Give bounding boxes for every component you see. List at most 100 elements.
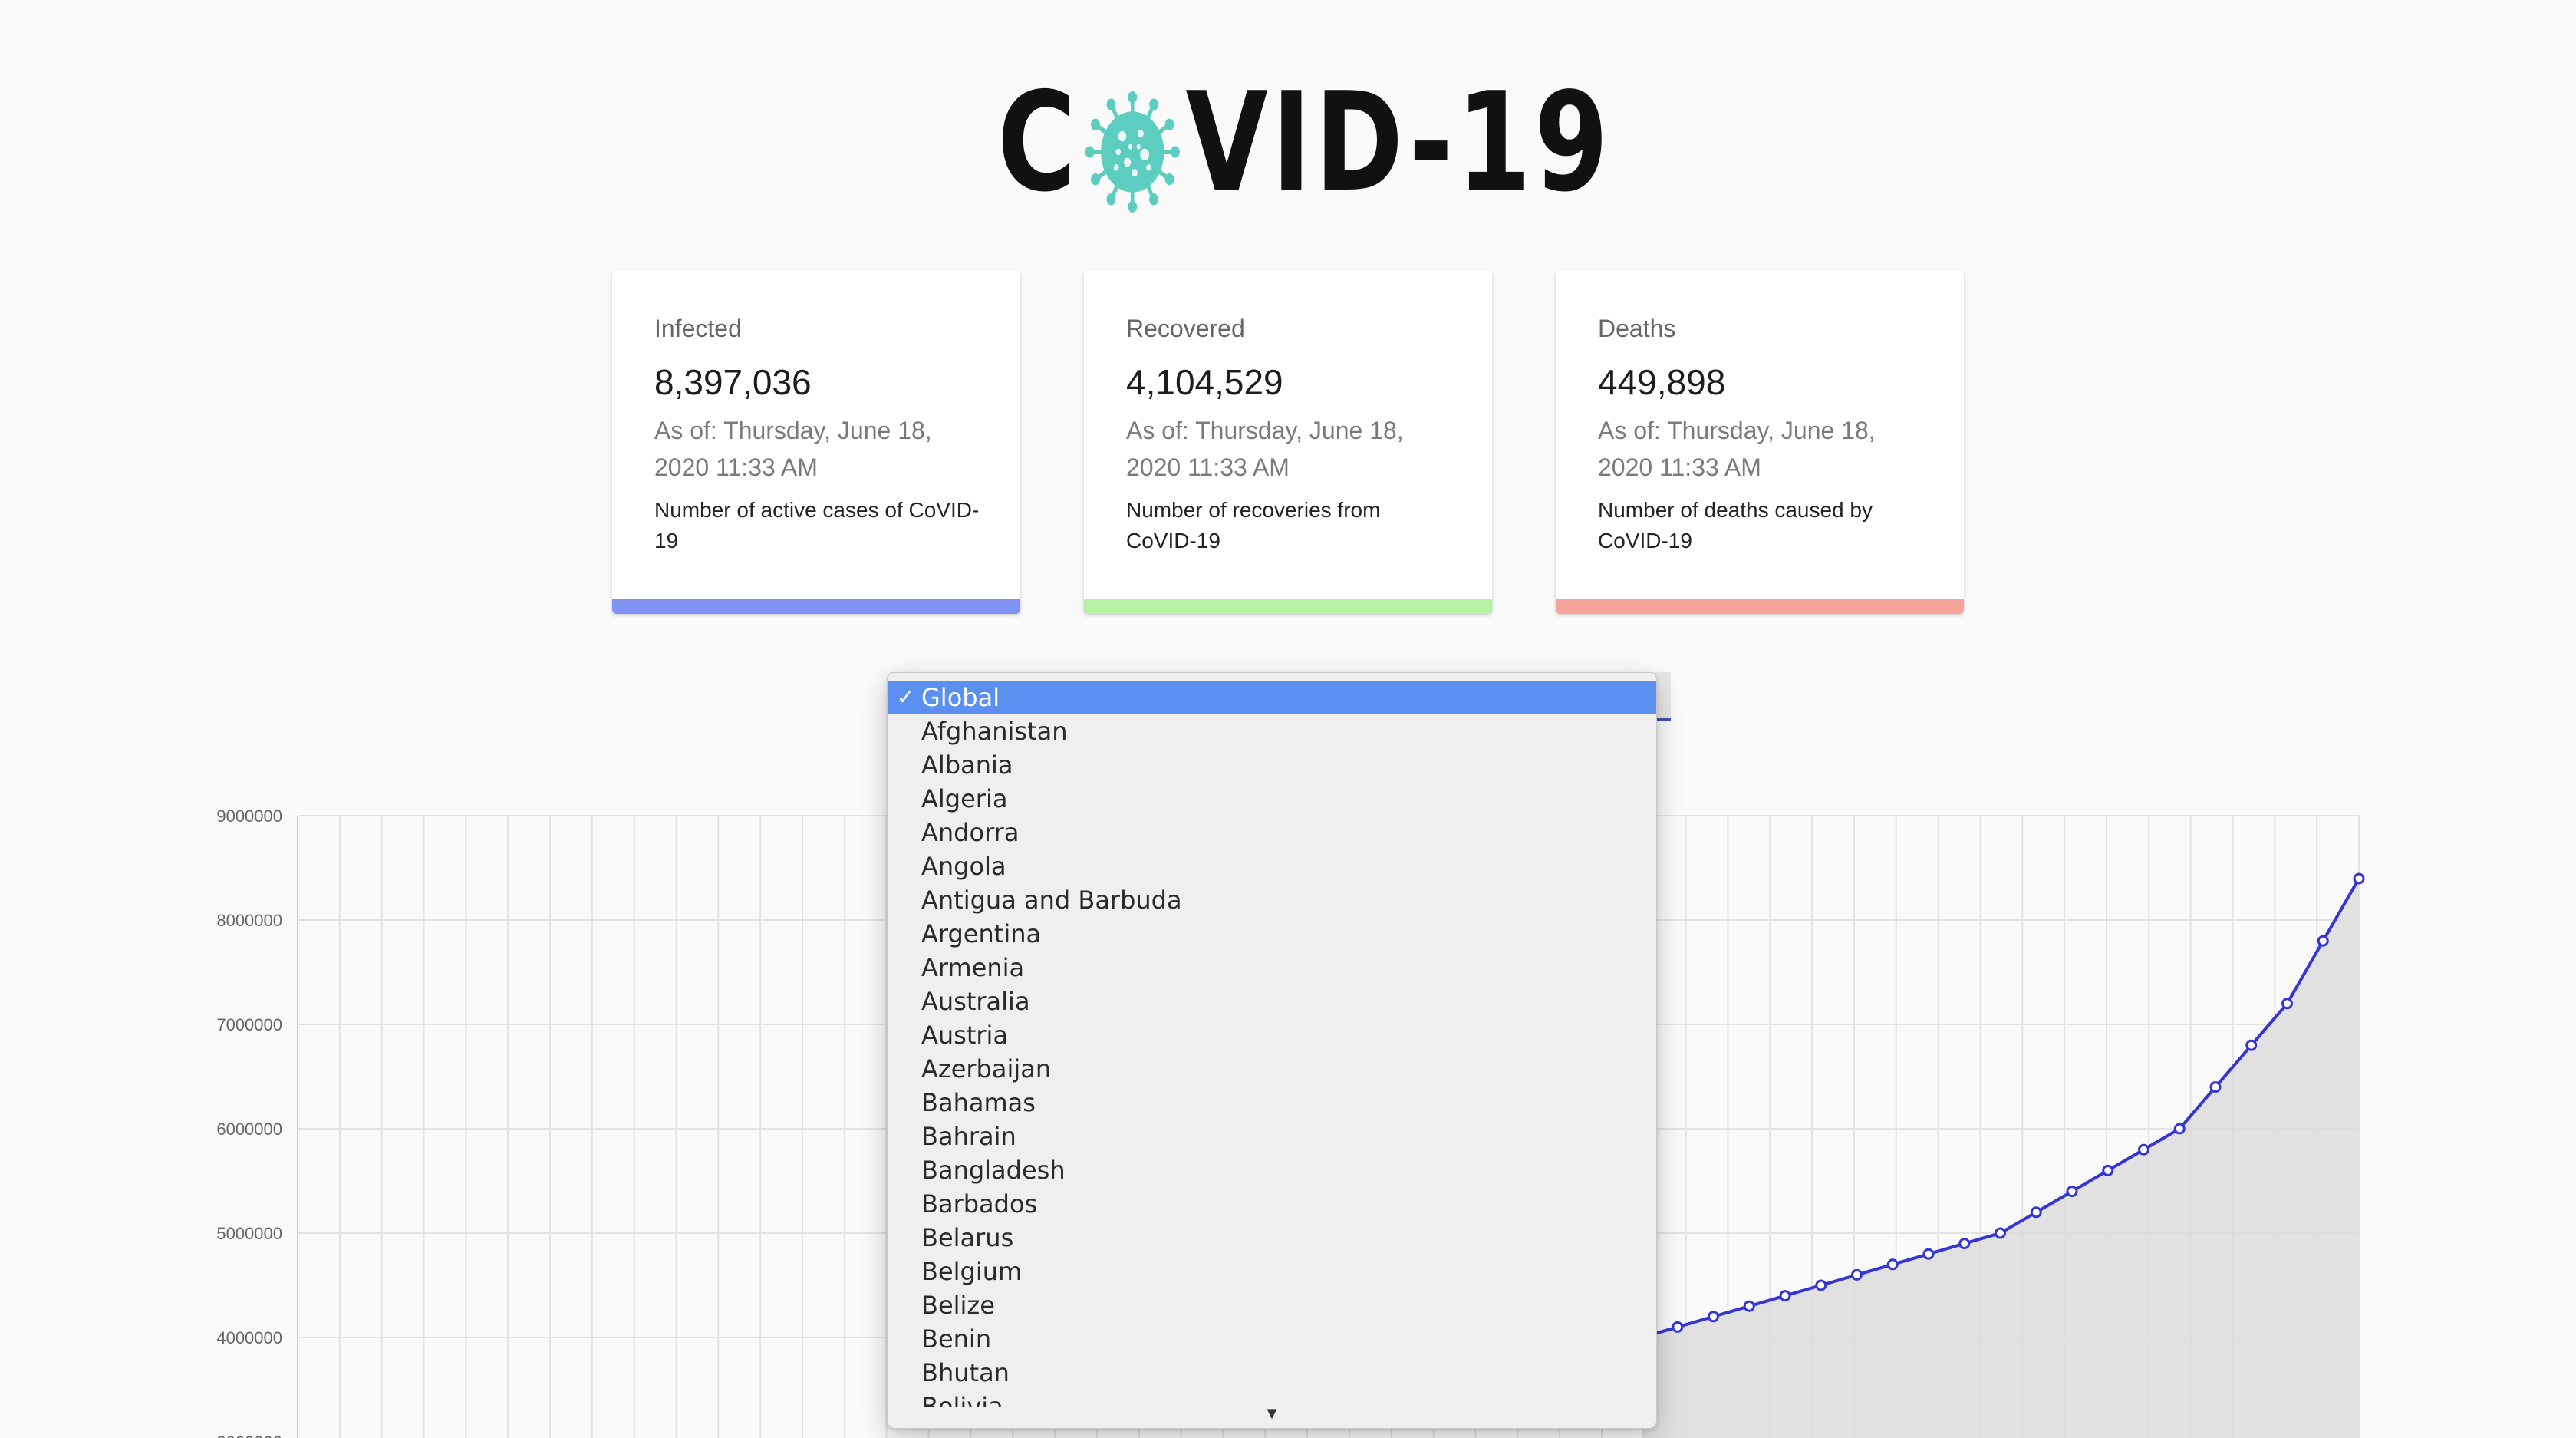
data-point (1708, 1311, 1719, 1323)
country-option[interactable]: Austria (888, 1018, 1656, 1052)
country-option[interactable]: Bhutan (888, 1356, 1656, 1390)
country-option[interactable]: Belarus (888, 1221, 1656, 1255)
country-options[interactable]: ✓ Global Afghanistan Albania Algeria Andorra A… (888, 681, 1656, 1407)
country-option[interactable]: Belgium (888, 1255, 1656, 1288)
country-option-label: Angola (921, 852, 1006, 881)
virus-spike-tip (1106, 193, 1116, 206)
virus-spot (1136, 143, 1141, 150)
country-option[interactable]: Barbados (888, 1187, 1656, 1221)
country-option[interactable]: Afghanistan (888, 714, 1656, 748)
logo-text: C VID-19 (997, 74, 1612, 217)
covid-logo: C VID-19 (997, 74, 1609, 215)
country-option[interactable]: Bahamas (888, 1086, 1656, 1120)
country-option-label: Australia (921, 987, 1030, 1016)
country-option[interactable]: Angola (888, 849, 1656, 883)
virus-spike-tip (1164, 173, 1174, 186)
recovered-title: Recovered (1126, 315, 1245, 342)
country-option[interactable]: ✓ Global (888, 681, 1656, 714)
virus-spot (1128, 143, 1132, 150)
data-point (1851, 1268, 1863, 1281)
country-option[interactable]: Albania (888, 748, 1656, 782)
country-option-label: Global (921, 683, 1000, 712)
virus-spot (1137, 130, 1144, 138)
virus-spike-tip (1164, 118, 1174, 131)
data-point (1672, 1321, 1684, 1333)
country-option[interactable]: Andorra (888, 816, 1656, 849)
logo-text-start: C (997, 62, 1079, 222)
recovered-card: Recovered 4,104,529 As of: Thursday, Jun… (1084, 270, 1492, 614)
virus-spot (1123, 157, 1132, 167)
country-option[interactable]: Belize (888, 1288, 1656, 1322)
recovered-description: Number of recoveries from CoVID-19 (1126, 498, 1381, 552)
y-tick-label: 9000000 (216, 806, 282, 826)
data-point (2173, 1123, 2186, 1135)
country-option[interactable]: Armenia (888, 951, 1656, 985)
data-point (2138, 1143, 2149, 1156)
chart-y-axis: 9000000 8000000 7000000 6000000 5000000 40000… (216, 806, 282, 1438)
virus-body (1100, 111, 1164, 193)
recovered-color-bar (1084, 599, 1492, 614)
y-tick-label: 8000000 (216, 911, 282, 930)
y-tick-label: 6000000 (216, 1120, 282, 1139)
virus-spike-tip (1170, 146, 1180, 158)
scroll-down-icon[interactable]: ▼ (888, 1403, 1656, 1423)
virus-spot (1131, 169, 1138, 177)
country-option-label: Bangladesh (921, 1156, 1066, 1185)
deaths-description: Number of deaths caused by CoVID-19 (1598, 498, 1873, 552)
data-point (2102, 1164, 2114, 1176)
country-option-label: Barbados (921, 1189, 1038, 1219)
virus-spike-tip (1128, 200, 1137, 213)
data-point (1743, 1300, 1755, 1312)
data-point (1886, 1258, 1899, 1271)
check-icon: ✓ (897, 684, 915, 710)
virus-spot (1113, 164, 1119, 171)
infected-card: Infected 8,397,036 As of: Thursday, June… (612, 270, 1020, 614)
y-tick-label: 4000000 (216, 1328, 282, 1347)
virus-spike-tip (1106, 98, 1116, 110)
data-point (2317, 935, 2329, 947)
data-point (1958, 1238, 1971, 1250)
virus-spike-tip (1148, 98, 1158, 110)
country-option[interactable]: Bangladesh (888, 1153, 1656, 1187)
virus-spot (1145, 164, 1151, 171)
country-option-label: Bhutan (921, 1358, 1010, 1387)
country-option[interactable]: Bahrain (888, 1120, 1656, 1153)
country-option[interactable]: Argentina (888, 917, 1656, 951)
virus-spike-tip (1148, 193, 1158, 206)
infected-title: Infected (654, 315, 742, 342)
country-option-label: Belgium (921, 1257, 1023, 1286)
infected-description: Number of active cases of CoVID-19 (654, 498, 980, 552)
chart-area (1642, 879, 2359, 1438)
country-option-label: Azerbaijan (921, 1054, 1052, 1083)
country-option-label: Bahamas (921, 1088, 1036, 1117)
y-tick-label: 3000000 (216, 1433, 282, 1438)
recovered-date: As of: Thursday, June 18, 2020 11:33 AM (1126, 417, 1404, 481)
data-point (2209, 1081, 2222, 1093)
data-point (1815, 1279, 1827, 1291)
infected-value: 8,397,036 (654, 362, 812, 402)
country-option-label: Andorra (921, 818, 1020, 847)
country-option[interactable]: Azerbaijan (888, 1052, 1656, 1086)
data-point (1779, 1290, 1791, 1302)
infected-date: As of: Thursday, June 18, 2020 11:33 AM (654, 417, 932, 481)
country-option[interactable]: Algeria (888, 782, 1656, 816)
country-dropdown[interactable]: ✓ Global Afghanistan Albania Algeria Andorra A… (887, 672, 1657, 1429)
logo-text-end: VID-19 (1185, 62, 1612, 222)
virus-spike-tip (1128, 91, 1137, 104)
data-point (2030, 1206, 2042, 1219)
country-option-label: Belize (921, 1291, 995, 1320)
virus-spike-tip (1090, 118, 1100, 131)
country-option-label: Afghanistan (921, 717, 1068, 746)
country-option[interactable]: Benin (888, 1322, 1656, 1356)
infected-color-bar (612, 599, 1020, 614)
data-point (1922, 1248, 1935, 1260)
data-point (2353, 872, 2365, 885)
country-option[interactable]: Antigua and Barbuda (888, 883, 1656, 917)
deaths-date: As of: Thursday, June 18, 2020 11:33 AM (1598, 417, 1876, 481)
deaths-value: 449,898 (1598, 362, 1726, 402)
country-option[interactable]: Australia (888, 985, 1656, 1018)
country-option-label: Algeria (921, 784, 1008, 813)
data-point (1995, 1227, 2006, 1239)
y-tick-label: 5000000 (216, 1224, 282, 1243)
y-tick-label: 7000000 (216, 1015, 282, 1034)
